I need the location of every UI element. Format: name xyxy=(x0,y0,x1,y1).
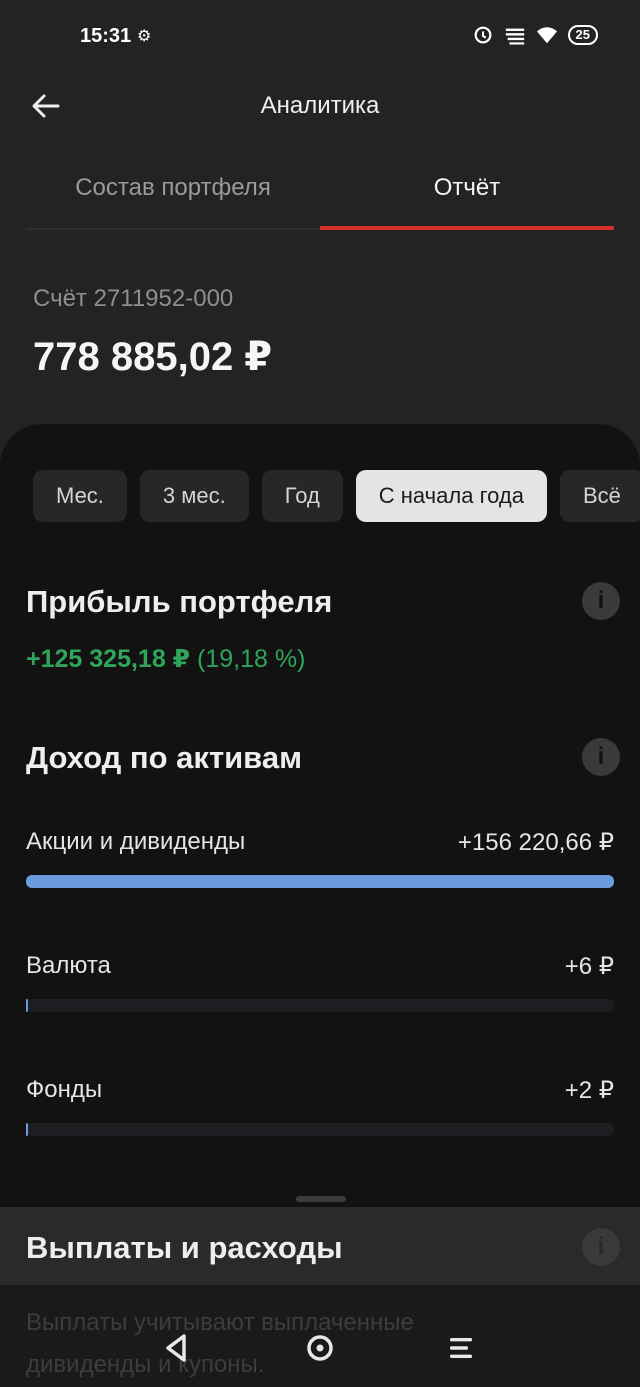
profit-value: +125 325,18 ₽ (19,18 %) xyxy=(26,644,305,674)
period-month-button[interactable]: Мес. xyxy=(33,470,127,522)
period-ytd-button[interactable]: С начала года xyxy=(355,470,547,522)
asset-value: +156 220,66 ₽ xyxy=(457,829,614,856)
page-title: Аналитика xyxy=(260,92,380,119)
account-number: Счёт 2711952-000 xyxy=(33,285,234,312)
status-icons: 25 xyxy=(472,24,598,46)
wifi-icon xyxy=(536,27,557,44)
asset-progress-track xyxy=(26,1123,614,1136)
nav-back-icon[interactable] xyxy=(160,1330,196,1366)
tab-report[interactable]: Отчёт xyxy=(320,150,614,230)
profit-title: Прибыль портфеля xyxy=(26,584,333,619)
account-balance: 778 885,02 ₽ xyxy=(33,335,273,379)
battery-indicator: 25 xyxy=(567,25,598,45)
income-title: Доход по активам xyxy=(26,740,303,775)
asset-progress-fill xyxy=(26,875,614,888)
asset-progress-fill xyxy=(26,999,28,1012)
asset-name: Акции и дивиденды xyxy=(26,828,246,855)
status-time: 15:31 xyxy=(80,25,132,47)
period-3-months-button[interactable]: 3 мес. xyxy=(139,470,249,522)
signal-icon xyxy=(505,28,524,45)
tab-bar: Состав портфеля Отчёт xyxy=(26,150,614,230)
nav-recents-icon[interactable] xyxy=(444,1330,480,1366)
alarm-icon xyxy=(474,26,491,44)
asset-progress-fill xyxy=(26,1123,28,1136)
asset-progress-track xyxy=(26,875,614,888)
asset-progress-track xyxy=(26,999,614,1012)
payouts-title: Выплаты и расходы xyxy=(26,1230,343,1265)
nav-home-icon[interactable] xyxy=(302,1330,338,1366)
period-all-button[interactable]: Всё xyxy=(559,470,640,522)
asset-name: Фонды xyxy=(26,1076,103,1103)
payouts-info-icon[interactable]: i xyxy=(582,1228,620,1266)
income-info-icon[interactable]: i xyxy=(582,738,620,776)
period-year-button[interactable]: Год xyxy=(261,470,343,522)
profit-absolute: +125 325,18 ₽ xyxy=(26,645,191,673)
period-selector: Мес. 3 мес. Год С начала года Всё xyxy=(33,470,640,522)
settings-gear-icon: ⚙ xyxy=(137,28,152,45)
status-bar: 15:31 ⚙ 25 xyxy=(0,0,640,72)
drag-handle[interactable] xyxy=(296,1196,346,1202)
app-header: Аналитика xyxy=(0,72,640,142)
profit-percent: (19,18 %) xyxy=(197,645,306,673)
profit-info-icon[interactable]: i xyxy=(582,582,620,620)
asset-value: +2 ₽ xyxy=(564,1077,614,1104)
asset-name: Валюта xyxy=(26,952,111,979)
asset-value: +6 ₽ xyxy=(564,953,614,980)
tab-portfolio-composition[interactable]: Состав портфеля xyxy=(26,150,320,228)
